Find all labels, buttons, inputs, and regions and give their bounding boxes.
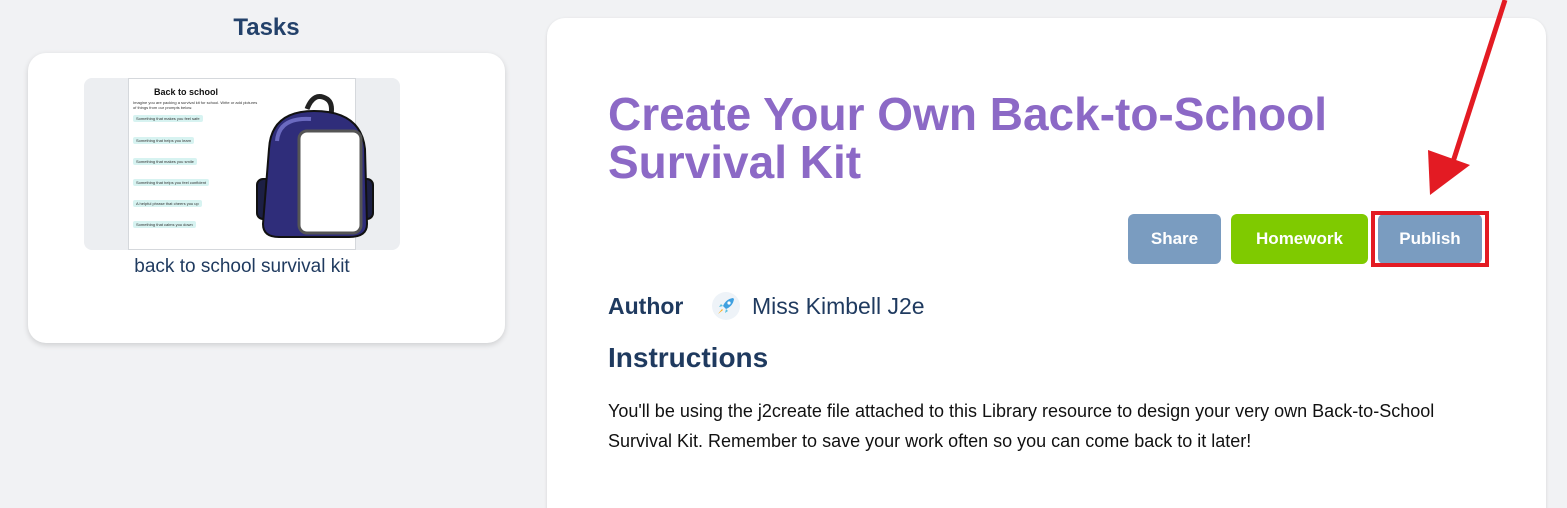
author-label: Author: [608, 292, 684, 319]
thumbnail-prompt: Something that calms you down: [133, 221, 196, 228]
author-row: Author Miss Kimbell J2e: [608, 290, 925, 322]
backpack-illustration: [256, 94, 374, 238]
rocket-icon: [712, 292, 740, 320]
share-button[interactable]: Share: [1128, 214, 1221, 264]
thumbnail-subtitle: Imagine you are packing a survival kit f…: [133, 100, 258, 110]
thumbnail-prompt: Something that helps you learn: [133, 137, 195, 144]
instructions-text: You'll be using the j2create file attach…: [608, 401, 1435, 451]
task-thumbnail[interactable]: Back to school Imagine you are packing a…: [128, 78, 374, 250]
page-title: Create Your Own Back-to-School Survival …: [608, 88, 1328, 188]
tasks-heading: Tasks: [233, 14, 300, 41]
thumbnail-prompt: Something that makes you feel safe: [133, 115, 203, 122]
thumbnail-prompt: A helpful phrase that cheers you up: [133, 200, 202, 207]
instructions-heading: Instructions: [608, 342, 769, 373]
thumbnail-prompt: Something that helps you feel confident: [133, 179, 210, 186]
thumbnail-title: Back to school: [154, 87, 219, 97]
task-label[interactable]: back to school survival kit: [28, 256, 456, 278]
task-card[interactable]: Back to school Imagine you are packing a…: [28, 53, 505, 343]
thumbnail-prompt: Something that makes you smile: [133, 158, 197, 165]
publish-highlight-box: [1371, 211, 1489, 267]
homework-button[interactable]: Homework: [1231, 214, 1368, 264]
author-name[interactable]: Miss Kimbell J2e: [752, 293, 925, 320]
resource-card: Create Your Own Back-to-School Survival …: [547, 18, 1546, 508]
